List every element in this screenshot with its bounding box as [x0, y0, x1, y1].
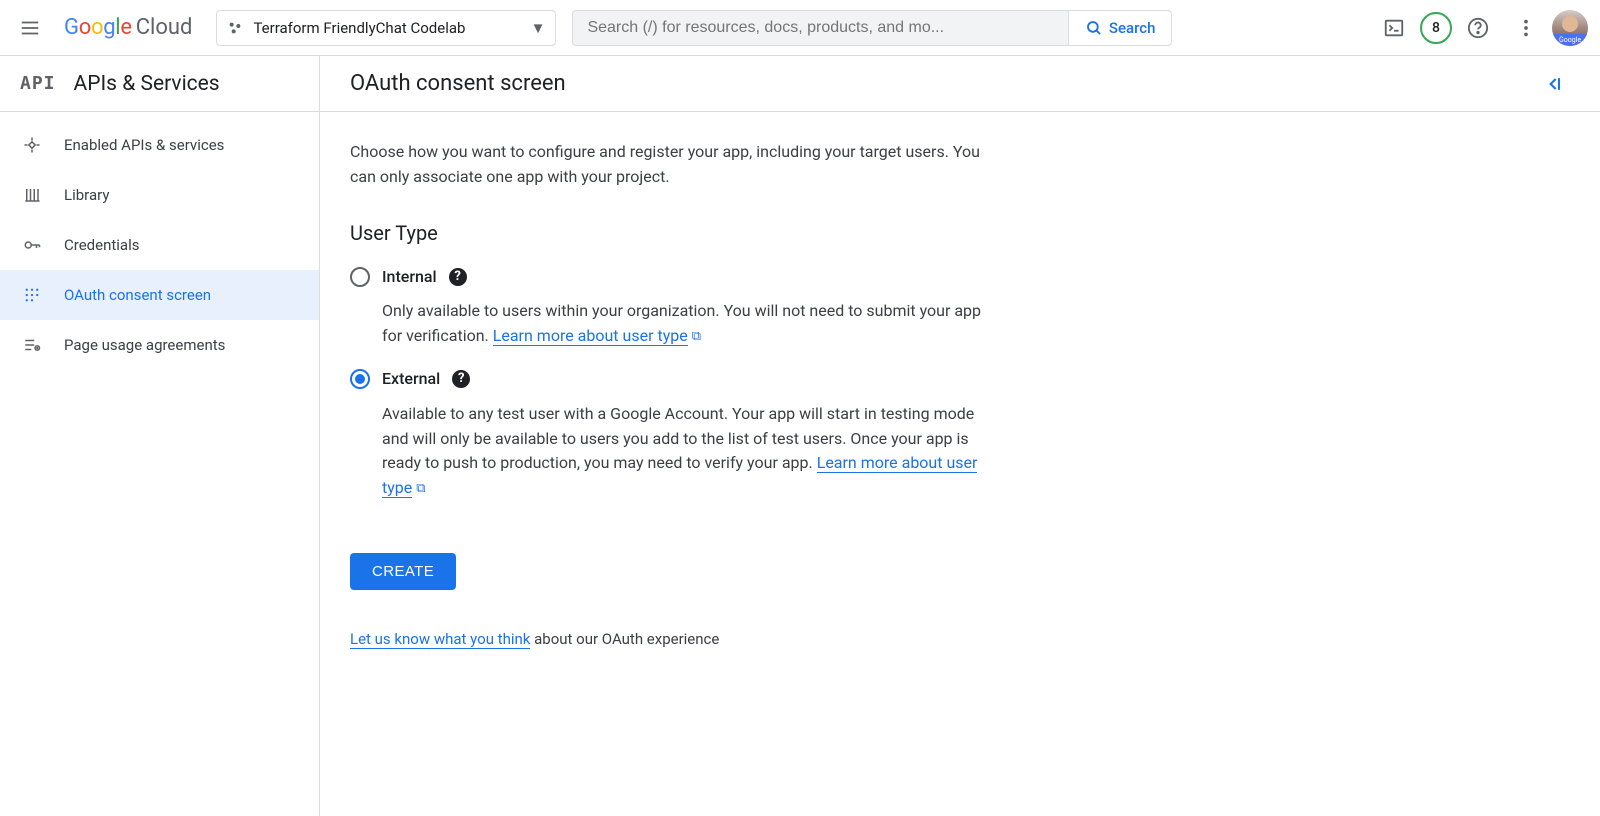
radio-internal-label: Internal — [382, 265, 437, 290]
sidebar-item-oauth-consent[interactable]: OAuth consent screen — [0, 270, 319, 320]
chevron-down-icon: ▼ — [531, 19, 546, 37]
external-link-icon: ⧉ — [692, 329, 701, 344]
help-icon-external[interactable]: ? — [452, 370, 470, 388]
diamond-move-icon — [22, 135, 42, 155]
consent-icon — [22, 285, 42, 305]
internal-description: Only available to users within your orga… — [382, 299, 990, 349]
sidebar-item-credentials[interactable]: Credentials — [0, 220, 319, 270]
key-icon — [22, 235, 42, 255]
free-trial-badge[interactable]: 8 — [1420, 12, 1452, 44]
content-body: Choose how you want to configure and reg… — [320, 112, 1020, 679]
main-content-wrap: OAuth consent screen Choose how you want… — [320, 56, 1600, 816]
topbar: Google Cloud Terraform FriendlyChat Code… — [0, 0, 1600, 56]
search-input[interactable] — [573, 11, 1067, 45]
external-link-icon: ⧉ — [416, 481, 425, 496]
library-icon — [22, 185, 42, 205]
page-title: OAuth consent screen — [350, 71, 566, 96]
sidebar: API APIs & Services Enabled APIs & servi… — [0, 56, 320, 816]
sidebar-item-library[interactable]: Library — [0, 170, 319, 220]
search-box: Search — [572, 10, 1172, 46]
free-trial-count: 8 — [1432, 20, 1440, 36]
agreements-icon — [22, 335, 42, 355]
help-icon — [1467, 17, 1489, 39]
search-icon — [1085, 19, 1103, 37]
project-selector[interactable]: Terraform FriendlyChat Codelab ▼ — [216, 10, 556, 46]
google-cloud-logo[interactable]: Google Cloud — [64, 15, 192, 40]
sidebar-item-page-usage-agreements[interactable]: Page usage agreements — [0, 320, 319, 370]
project-icon — [227, 20, 243, 36]
search-button[interactable]: Search — [1068, 11, 1172, 45]
page-body: API APIs & Services Enabled APIs & servi… — [0, 56, 1600, 816]
sidebar-item-label: Page usage agreements — [64, 336, 225, 354]
feedback-line: Let us know what you think about our OAu… — [350, 628, 990, 651]
sidebar-header[interactable]: API APIs & Services — [0, 56, 319, 112]
external-description: Available to any test user with a Google… — [382, 402, 990, 501]
topbar-right: 8 Google — [1372, 6, 1588, 50]
search-button-label: Search — [1109, 19, 1156, 37]
chevron-collapse-icon — [1544, 74, 1564, 94]
cloud-label: Cloud — [136, 15, 193, 40]
feedback-link[interactable]: Let us know what you think — [350, 630, 530, 649]
project-name: Terraform FriendlyChat Codelab — [253, 19, 465, 37]
account-avatar[interactable]: Google — [1552, 10, 1588, 46]
help-button[interactable] — [1456, 6, 1500, 50]
sidebar-item-label: OAuth consent screen — [64, 286, 211, 304]
radio-internal[interactable] — [350, 267, 370, 287]
create-button[interactable]: CREATE — [350, 553, 456, 590]
sidebar-item-label: Enabled APIs & services — [64, 136, 224, 154]
help-icon-internal[interactable]: ? — [449, 268, 467, 286]
cloud-shell-button[interactable] — [1372, 6, 1416, 50]
radio-external-label: External — [382, 367, 440, 392]
sidebar-nav: Enabled APIs & services Library Credenti… — [0, 112, 319, 370]
radio-external[interactable] — [350, 369, 370, 389]
collapse-panel-button[interactable] — [1538, 68, 1570, 100]
internal-learn-more-link[interactable]: Learn more about user type — [493, 326, 688, 346]
google-wordmark: Google — [64, 15, 132, 40]
product-label: APIs & Services — [74, 72, 220, 96]
content-header: OAuth consent screen — [320, 56, 1600, 112]
intro-text: Choose how you want to configure and reg… — [350, 140, 990, 190]
sidebar-item-label: Library — [64, 186, 109, 204]
terminal-icon — [1383, 17, 1405, 39]
api-logo-icon: API — [20, 73, 56, 94]
user-type-heading: User Type — [350, 218, 990, 249]
user-type-option-external[interactable]: External ? — [350, 367, 990, 392]
sidebar-item-label: Credentials — [64, 236, 139, 254]
more-button[interactable] — [1504, 6, 1548, 50]
user-type-option-internal[interactable]: Internal ? — [350, 265, 990, 290]
feedback-rest: about our OAuth experience — [530, 630, 719, 648]
sidebar-item-enabled-apis[interactable]: Enabled APIs & services — [0, 120, 319, 170]
hamburger-menu-button[interactable] — [8, 6, 52, 50]
more-vert-icon — [1515, 17, 1537, 39]
hamburger-icon — [19, 17, 41, 39]
